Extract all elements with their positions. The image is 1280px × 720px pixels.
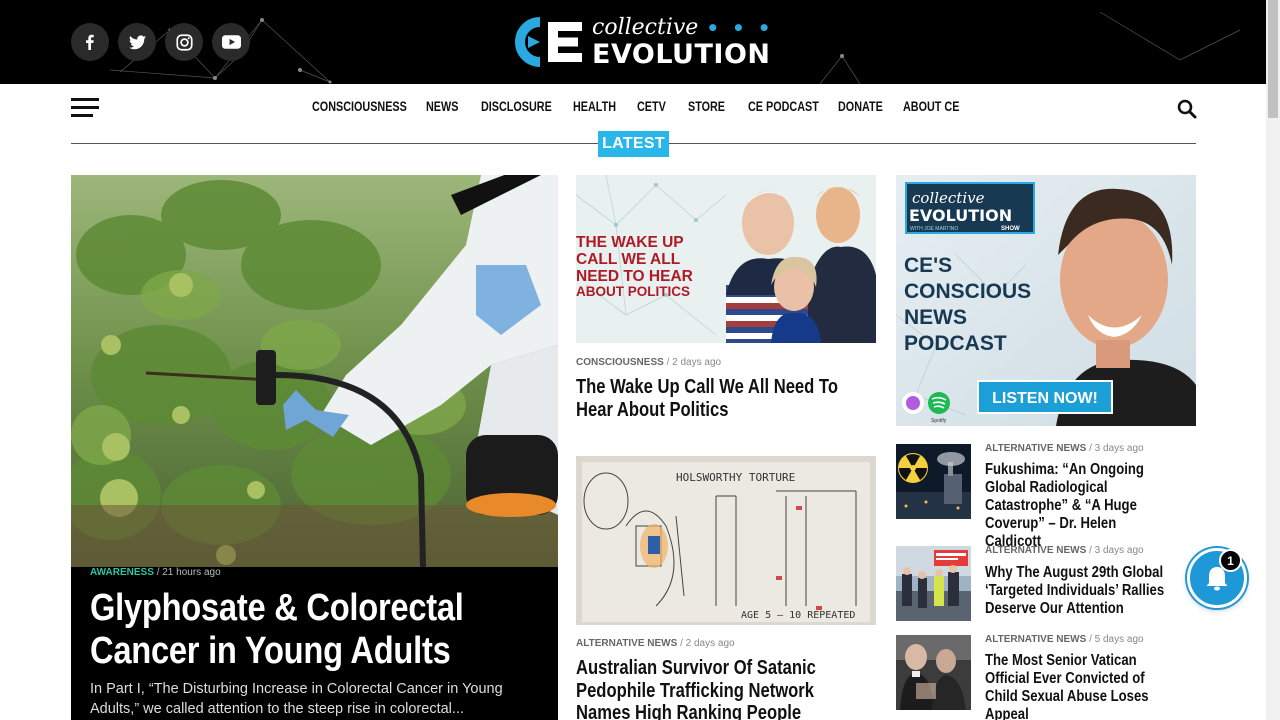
sidebar-title-rallies[interactable]: Why The August 29th Global ‘Targeted Ind… bbox=[985, 564, 1170, 618]
politics-image-line-3: NEED TO HEAR bbox=[576, 268, 693, 285]
podcast-badge-collective: collective bbox=[912, 189, 985, 207]
page-scrollbar[interactable] bbox=[1266, 0, 1280, 720]
search-icon[interactable] bbox=[1177, 99, 1197, 119]
youtube-icon bbox=[221, 35, 241, 49]
podcast-listen-now-button[interactable]: LISTEN NOW! bbox=[992, 390, 1098, 407]
ce-logo-mark bbox=[510, 14, 586, 70]
podcast-headline-4: PODCAST bbox=[904, 332, 1007, 355]
podcast-badge-sub: WITH JOE MARTINO bbox=[910, 226, 958, 232]
nav-item-store[interactable]: STORE bbox=[688, 99, 725, 114]
sidebar-time: 3 days ago bbox=[1094, 443, 1144, 454]
podcast-banner[interactable]: collective EVOLUTION WITH JOE MARTINO SH… bbox=[896, 175, 1196, 426]
scrollbar-thumb[interactable] bbox=[1268, 0, 1278, 118]
youtube-button[interactable] bbox=[212, 23, 250, 61]
sidebar-category[interactable]: ALTERNATIVE NEWS bbox=[985, 634, 1086, 645]
sidebar-time: 5 days ago bbox=[1094, 634, 1144, 645]
facebook-button[interactable] bbox=[71, 23, 109, 61]
logo-word-evolution: EVOLUTION bbox=[592, 38, 771, 70]
nav-item-health[interactable]: HEALTH bbox=[573, 99, 616, 114]
article-image-politics[interactable]: THE WAKE UP CALL WE ALL NEED TO HEAR ABO… bbox=[576, 175, 876, 343]
spotify-label: Spotify bbox=[931, 418, 947, 424]
sidebar-thumb-vatican[interactable] bbox=[896, 635, 971, 710]
logo-dots: • • • bbox=[706, 15, 774, 40]
nav-item-cetv[interactable]: CETV bbox=[637, 99, 666, 114]
article-image-survivor-drawing[interactable]: HOLSWORTHY TORTURE AGE 5 – 10 REPEATED bbox=[576, 456, 876, 625]
sidebar-category[interactable]: ALTERNATIVE NEWS bbox=[985, 545, 1086, 556]
sidebar-category[interactable]: ALTERNATIVE NEWS bbox=[985, 443, 1086, 454]
notification-count-badge: 1 bbox=[1219, 549, 1242, 572]
article-time: 2 days ago bbox=[685, 638, 735, 649]
article-title-politics[interactable]: The Wake Up Call We All Need To Hear Abo… bbox=[576, 376, 850, 421]
instagram-button[interactable] bbox=[165, 23, 203, 61]
podcast-badge-show: SHOW bbox=[1001, 226, 1020, 232]
nav-items-row: CONSCIOUSNESS NEWS DISCLOSURE HEALTH CET… bbox=[0, 99, 1266, 117]
article-time: 2 days ago bbox=[672, 357, 722, 368]
section-tag-latest: LATEST bbox=[598, 131, 669, 157]
podcast-badge-evolution: EVOLUTION bbox=[909, 206, 1012, 225]
featured-article-excerpt: In Part I, “The Disturbing Increase in C… bbox=[90, 681, 503, 717]
site-header: collective • • • EVOLUTION bbox=[0, 0, 1266, 84]
sidebar-thumb-rallies[interactable] bbox=[896, 546, 971, 621]
sidebar-meta-rallies: ALTERNATIVE NEWS / 3 days ago bbox=[985, 545, 1144, 556]
nav-item-ce-podcast[interactable]: CE PODCAST bbox=[748, 99, 819, 114]
site-logo[interactable]: collective • • • EVOLUTION bbox=[510, 12, 774, 72]
article-category[interactable]: CONSCIOUSNESS bbox=[576, 357, 664, 368]
survivor-drawing-caption-top: HOLSWORTHY TORTURE bbox=[676, 471, 795, 484]
podcast-headline-2: CONSCIOUS bbox=[904, 280, 1031, 303]
twitter-icon bbox=[128, 35, 146, 49]
instagram-icon bbox=[175, 33, 193, 51]
politics-image-line-1: THE WAKE UP bbox=[576, 234, 684, 251]
nav-item-donate[interactable]: DONATE bbox=[838, 99, 883, 114]
featured-article-category[interactable]: AWARENESS bbox=[90, 567, 154, 578]
nav-item-about-ce[interactable]: ABOUT CE bbox=[903, 99, 959, 114]
logo-word-collective: collective bbox=[592, 14, 699, 40]
sidebar-title-fukushima[interactable]: Fukushima: “An Ongoing Global Radiologic… bbox=[985, 461, 1170, 551]
article-meta-politics: CONSCIOUSNESS / 2 days ago bbox=[576, 357, 722, 368]
sidebar-title-vatican[interactable]: The Most Senior Vatican Official Ever Co… bbox=[985, 652, 1170, 720]
featured-article-image bbox=[71, 175, 558, 567]
nav-item-consciousness[interactable]: CONSCIOUSNESS bbox=[312, 99, 407, 114]
facebook-icon bbox=[86, 34, 94, 50]
survivor-drawing-caption-bottom: AGE 5 – 10 REPEATED bbox=[741, 610, 855, 621]
sidebar-meta-fukushima: ALTERNATIVE NEWS / 3 days ago bbox=[985, 443, 1144, 454]
twitter-button[interactable] bbox=[118, 23, 156, 61]
politics-image-line-4: ABOUT POLITICS bbox=[576, 284, 690, 299]
nav-item-news[interactable]: NEWS bbox=[426, 99, 458, 114]
sidebar-thumb-fukushima[interactable] bbox=[896, 444, 971, 519]
podcast-headline-3: NEWS bbox=[904, 306, 967, 329]
sidebar-time: 3 days ago bbox=[1094, 545, 1144, 556]
article-meta-survivor: ALTERNATIVE NEWS / 2 days ago bbox=[576, 638, 735, 649]
sidebar-meta-vatican: ALTERNATIVE NEWS / 5 days ago bbox=[985, 634, 1144, 645]
nav-item-disclosure[interactable]: DISCLOSURE bbox=[481, 99, 552, 114]
featured-article-title[interactable]: Glyphosate & Colorectal Cancer in Young … bbox=[90, 587, 486, 673]
featured-article-time: 21 hours ago bbox=[162, 567, 221, 578]
article-title-survivor[interactable]: Australian Survivor Of Satanic Pedophile… bbox=[576, 657, 850, 720]
featured-article[interactable]: AWARENESS / 21 hours ago Glyphosate & Co… bbox=[71, 175, 558, 720]
article-category[interactable]: ALTERNATIVE NEWS bbox=[576, 638, 677, 649]
podcast-headline-1: CE'S bbox=[904, 254, 952, 277]
featured-article-meta: AWARENESS / 21 hours ago bbox=[90, 567, 221, 578]
politics-image-line-2: CALL WE ALL bbox=[576, 251, 680, 268]
